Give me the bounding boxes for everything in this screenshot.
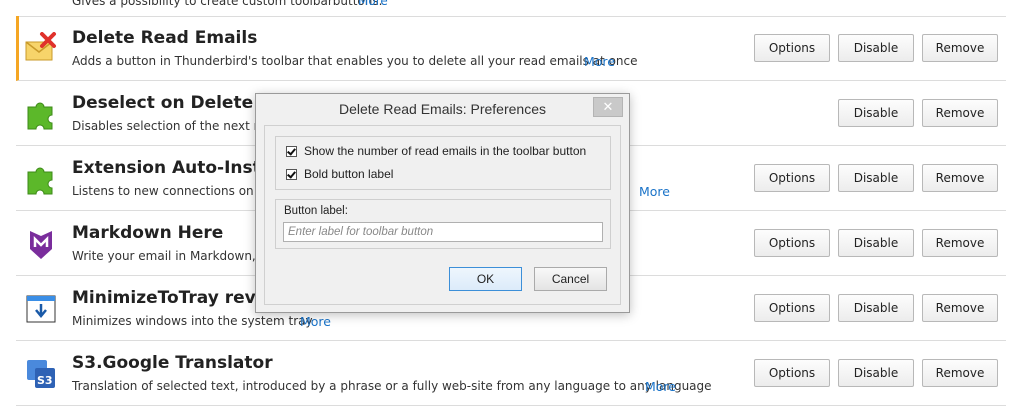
- options-button[interactable]: Options: [754, 229, 830, 257]
- markdown-here-icon: [24, 227, 58, 261]
- disable-button[interactable]: Disable: [838, 294, 914, 322]
- disable-button[interactable]: Disable: [838, 164, 914, 192]
- addon-description: Adds a button in Thunderbird's toolbar t…: [72, 54, 638, 68]
- more-link[interactable]: More: [584, 54, 615, 69]
- options-button[interactable]: Options: [754, 34, 830, 62]
- bold-label-checkbox[interactable]: Bold button label: [286, 167, 393, 181]
- more-link[interactable]: More: [358, 0, 388, 8]
- remove-button[interactable]: Remove: [922, 99, 998, 127]
- show-count-checkbox[interactable]: Show the number of read emails in the to…: [286, 144, 586, 158]
- addon-name: Deselect on Delete: [72, 93, 254, 113]
- addon-name: S3.Google Translator: [72, 353, 273, 373]
- addon-description: Minimizes windows into the system tray: [72, 314, 313, 328]
- previous-addon-fragment: Gives a possibility to create custom too…: [16, 0, 1006, 17]
- options-button[interactable]: Options: [754, 294, 830, 322]
- addon-name: Delete Read Emails: [72, 28, 258, 48]
- dialog-body: Show the number of read emails in the to…: [264, 125, 621, 305]
- cancel-button[interactable]: Cancel: [534, 267, 607, 291]
- options-group: Show the number of read emails in the to…: [275, 136, 611, 190]
- more-link[interactable]: More: [300, 314, 331, 329]
- checkbox-checked-icon[interactable]: [286, 145, 297, 157]
- remove-button[interactable]: Remove: [922, 294, 998, 322]
- s3-translator-icon: S3: [24, 357, 58, 391]
- puzzle-piece-icon: [24, 97, 58, 131]
- more-link[interactable]: More: [645, 379, 676, 394]
- options-button[interactable]: Options: [754, 359, 830, 387]
- disable-button[interactable]: Disable: [838, 359, 914, 387]
- checkbox-label: Show the number of read emails in the to…: [304, 144, 587, 158]
- remove-button[interactable]: Remove: [922, 229, 998, 257]
- remove-button[interactable]: Remove: [922, 34, 998, 62]
- puzzle-piece-icon: [24, 162, 58, 196]
- remove-button[interactable]: Remove: [922, 164, 998, 192]
- dialog-title: Delete Read Emails: Preferences: [339, 101, 546, 117]
- checkbox-label: Bold button label: [304, 167, 394, 181]
- envelope-delete-icon: [24, 32, 58, 66]
- addon-description: Gives a possibility to create custom too…: [72, 0, 383, 8]
- remove-button[interactable]: Remove: [922, 359, 998, 387]
- checkbox-checked-icon[interactable]: [286, 168, 297, 180]
- addon-description: Translation of selected text, introduced…: [72, 379, 712, 393]
- minimize-to-tray-icon: [24, 292, 58, 326]
- preferences-dialog: Delete Read Emails: Preferences ✕ Show t…: [255, 93, 630, 313]
- svg-text:S3: S3: [37, 374, 53, 387]
- disable-button[interactable]: Disable: [838, 99, 914, 127]
- addon-name: Markdown Here: [72, 223, 224, 243]
- addon-row-s3-google-translator[interactable]: S3 S3.Google Translator Translation of s…: [16, 341, 1006, 406]
- button-label-caption: Button label:: [284, 205, 348, 217]
- options-button[interactable]: Options: [754, 164, 830, 192]
- disable-button[interactable]: Disable: [838, 229, 914, 257]
- more-link[interactable]: More: [639, 184, 670, 199]
- close-icon[interactable]: ✕: [593, 97, 623, 117]
- disable-button[interactable]: Disable: [838, 34, 914, 62]
- addon-row-delete-read-emails[interactable]: Delete Read Emails Adds a button in Thun…: [16, 16, 1006, 81]
- button-label-input[interactable]: [283, 222, 603, 242]
- button-label-group: Button label:: [275, 199, 611, 249]
- ok-button[interactable]: OK: [449, 267, 522, 291]
- addon-name: Extension Auto-Install: [72, 158, 284, 178]
